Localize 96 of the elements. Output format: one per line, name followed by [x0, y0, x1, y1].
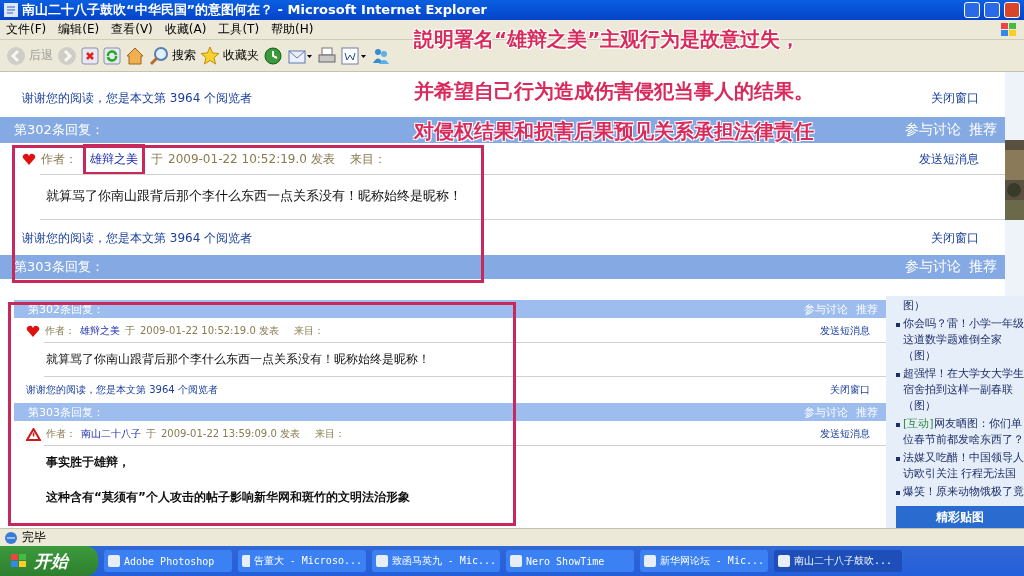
send-message-link[interactable]: 发送短消息	[820, 324, 870, 338]
menu-item[interactable]: 收藏(A)	[164, 21, 207, 38]
app-icon	[644, 555, 656, 567]
post-preposition: 于	[146, 427, 156, 441]
reader-count-text: 谢谢您的阅读，您是本文第 3964 个阅览者	[22, 230, 253, 247]
maximize-button[interactable]	[984, 2, 1000, 18]
news-link[interactable]: 超强悍！在大学女大学生 宿舍拍到这样一副春联 （图）	[903, 366, 1024, 414]
author-label: 作者：	[45, 324, 75, 338]
post-body: 这种含有“莫须有”个人攻击的帖子影响新华网和斑竹的文明法治形象	[45, 489, 411, 506]
reply-header: 第303条回复：	[28, 404, 104, 420]
app-icon	[108, 555, 120, 567]
search-button[interactable]: 搜索	[149, 45, 196, 66]
search-icon	[149, 45, 169, 66]
forward-icon	[57, 45, 77, 66]
close-window-link[interactable]: 关闭窗口	[931, 230, 979, 247]
windows-logo-icon	[1000, 21, 1018, 38]
reply-header: 第302条回复：	[14, 121, 104, 139]
bullet-icon	[896, 457, 900, 461]
post-preposition: 于	[151, 151, 163, 168]
source-label: 来目：	[349, 151, 386, 168]
menu-item[interactable]: 查看(V)	[111, 21, 153, 38]
browser-icon	[4, 530, 18, 545]
close-window-link[interactable]: 关闭窗口	[931, 90, 979, 107]
bullet-icon	[896, 491, 900, 495]
reader-count-text: 谢谢您的阅读，您是本文第 3964 个阅览者	[26, 383, 218, 397]
reader-count-text: 谢谢您的阅读，您是本文第 3964 个阅览者	[22, 90, 253, 107]
refresh-icon	[103, 46, 121, 65]
bullet-icon	[896, 423, 900, 427]
source-label: 来目：	[314, 427, 345, 441]
browser-icon	[4, 3, 18, 17]
annotation-text: 并希望自己行为造成伤害侵犯当事人的结果。	[414, 80, 814, 102]
send-message-link[interactable]: 发送短消息	[820, 427, 870, 441]
stop-icon	[81, 46, 99, 65]
printer-icon	[317, 45, 337, 66]
news-link[interactable]: 爆笑！原来动物饿极了竟	[903, 484, 1024, 500]
minimize-button[interactable]	[964, 2, 980, 18]
taskbar-button[interactable]: Nero ShowTime	[506, 550, 634, 572]
post-body: 就算骂了你南山跟背后那个李什么东西一点关系没有！昵称始终是昵称！	[45, 187, 463, 205]
back-icon	[6, 45, 26, 66]
app-icon	[376, 555, 388, 567]
post-time: 2009-01-22 10:52:19.0 发表	[168, 151, 335, 168]
close-button[interactable]	[1004, 2, 1020, 18]
word-button[interactable]	[341, 45, 367, 66]
heart-icon	[26, 324, 40, 338]
favorites-button[interactable]: 收藏夹	[200, 45, 259, 66]
app-icon	[778, 555, 790, 567]
stop-button[interactable]	[81, 46, 99, 65]
annotation-text: 説明署名“雄辩之美”主观行为是故意过失，	[414, 28, 801, 50]
author-label: 作者：	[46, 427, 76, 441]
taskbar-button[interactable]: 南山二十八子鼓吹...	[774, 550, 902, 572]
print-button[interactable]	[317, 45, 337, 66]
status-text: 完毕	[22, 529, 46, 546]
home-button[interactable]	[125, 45, 145, 66]
document-icon	[341, 45, 367, 66]
reply-header: 第302条回复：	[28, 301, 104, 317]
post-body: 就算骂了你南山跟背后那个李什么东西一点关系没有！昵称始终是昵称！	[45, 351, 431, 368]
annotation-text: 对侵权结果和损害后果预见关系承担法律责任	[414, 120, 814, 142]
news-link[interactable]: 法媒又吃醋！中国领导人 访欧引关注 行程无法国	[903, 450, 1024, 482]
post-time: 2009-01-22 13:59:09.0 发表	[161, 427, 300, 441]
menu-item[interactable]: 帮助(H)	[271, 21, 314, 38]
news-link[interactable]: 图）	[903, 298, 925, 314]
post-body: 事实胜于雄辩，	[45, 454, 131, 471]
history-icon	[263, 45, 283, 66]
taskbar-button[interactable]: 告董大 - Microso...	[238, 550, 366, 572]
reply-header: 第303条回复：	[14, 258, 104, 276]
taskbar-button[interactable]: 新华网论坛 - Mic...	[640, 550, 768, 572]
star-icon	[200, 45, 220, 66]
news-link[interactable]: [互动]网友晒图：你们单 位春节前都发啥东西了？	[903, 416, 1024, 448]
menu-item[interactable]: 文件(F)	[6, 21, 47, 38]
author-link[interactable]: 雄辩之美	[90, 151, 138, 168]
taskbar-button[interactable]: Adobe Photoshop	[104, 550, 232, 572]
history-button[interactable]	[263, 45, 283, 66]
window-title: 南山二十八子鼓吹“中华民国”的意图何在？ - Microsoft Internet Explorer	[22, 1, 488, 19]
refresh-button[interactable]	[103, 46, 121, 65]
warning-icon	[26, 427, 41, 441]
post-time: 2009-01-22 10:52:19.0 发表	[140, 324, 279, 338]
source-label: 来目：	[293, 324, 324, 338]
heart-icon	[22, 153, 36, 166]
app-icon	[510, 555, 522, 567]
home-icon	[125, 45, 145, 66]
bullet-icon	[896, 323, 900, 327]
menu-item[interactable]: 编辑(E)	[58, 21, 100, 38]
post-preposition: 于	[125, 324, 135, 338]
menu-item[interactable]: 工具(T)	[218, 21, 260, 38]
app-icon	[242, 555, 250, 567]
gallery-button[interactable]: 精彩贴图	[896, 506, 1024, 528]
news-link[interactable]: 你会吗？雷！小学一年级 这道数学题难倒全家 （图）	[903, 316, 1024, 364]
author-link[interactable]: 雄辩之美	[80, 324, 120, 338]
send-message-link[interactable]: 发送短消息	[919, 151, 979, 168]
windows-logo-icon	[10, 553, 28, 569]
author-link[interactable]: 南山二十八子	[81, 427, 141, 441]
author-label: 作者：	[41, 151, 77, 168]
close-window-link[interactable]: 关闭窗口	[830, 383, 870, 397]
bullet-icon	[896, 373, 900, 377]
start-button[interactable]: 开始	[0, 546, 98, 576]
taskbar-button[interactable]: 致函马英九 - Mic...	[372, 550, 500, 572]
